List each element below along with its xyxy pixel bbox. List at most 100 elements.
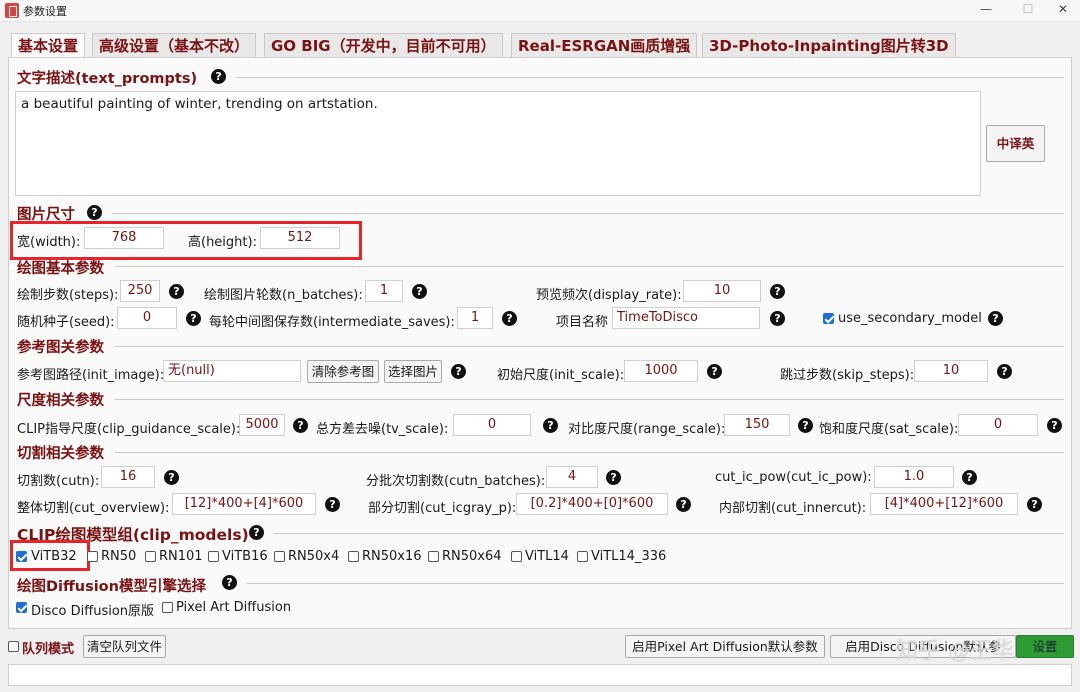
project-name-input[interactable]: TimeToDisco — [612, 307, 760, 329]
cutn-batches-input[interactable]: 4 — [546, 466, 598, 488]
help-icon[interactable]: ? — [502, 311, 517, 326]
init-image-input[interactable]: 无(null) — [163, 360, 301, 382]
tab-go-big[interactable]: GO BIG（开发中，目前不可用） — [264, 33, 503, 58]
tab-real-esrgan[interactable]: Real-ESRGAN画质增强 — [511, 33, 698, 58]
seed-label: 随机种子(seed): — [17, 315, 115, 330]
use-secondary-model-checkbox[interactable] — [823, 313, 834, 324]
help-icon[interactable]: ? — [412, 284, 427, 299]
diffusion-option-checkbox[interactable] — [16, 602, 27, 613]
sat-scale-input[interactable]: 0 — [958, 414, 1038, 436]
separator — [115, 399, 1064, 400]
help-icon[interactable]: ? — [962, 470, 977, 485]
help-icon[interactable]: ? — [211, 69, 226, 84]
height-input[interactable]: 512 — [260, 227, 340, 249]
basic-params-title: 绘图基本参数 — [17, 261, 104, 277]
help-icon[interactable]: ? — [770, 284, 785, 299]
cut-innercut-input[interactable]: [4]*400+[12]*600 — [870, 493, 1018, 515]
cut-overview-input[interactable]: [12]*400+[4]*600 — [172, 493, 316, 515]
queue-mode-checkbox[interactable] — [8, 641, 19, 652]
init-scale-label: 初始尺度(init_scale): — [497, 368, 625, 383]
save-settings-button[interactable]: 设置 — [1016, 635, 1074, 658]
diffusion-title: 绘图Diffusion模型引擎选择 — [17, 579, 206, 595]
help-icon[interactable]: ? — [676, 497, 691, 512]
separator — [115, 266, 1064, 267]
help-icon[interactable]: ? — [770, 311, 785, 326]
width-input[interactable]: 768 — [84, 227, 164, 249]
tv-scale-input[interactable]: 0 — [453, 414, 531, 436]
help-icon[interactable]: ? — [543, 418, 558, 433]
minimize-button[interactable]: — — [976, 2, 996, 16]
help-icon[interactable]: ? — [222, 575, 237, 590]
help-icon[interactable]: ? — [186, 311, 201, 326]
title-bar — [0, 0, 1080, 22]
use-secondary-model-label: use_secondary_model — [838, 311, 982, 326]
clip-model-checkbox[interactable] — [348, 551, 359, 562]
clip-model-checkbox[interactable] — [274, 551, 285, 562]
close-button[interactable]: ✕ — [1053, 2, 1073, 16]
skip-steps-input[interactable]: 10 — [914, 360, 988, 382]
n-batches-input[interactable]: 1 — [365, 280, 403, 302]
watermark: 知乎 @王华 — [896, 639, 1014, 664]
help-icon[interactable]: ? — [988, 311, 1003, 326]
help-icon[interactable]: ? — [325, 497, 340, 512]
clip-model-label: ViTL14 — [525, 549, 569, 564]
help-icon[interactable]: ? — [169, 284, 184, 299]
clip-model-checkbox[interactable] — [511, 551, 522, 562]
tab-basic[interactable]: 基本设置 — [11, 33, 86, 59]
help-icon[interactable]: ? — [293, 418, 308, 433]
intermediate-saves-input[interactable]: 1 — [457, 307, 493, 329]
tab-bar: 基本设置 高级设置（基本不改） GO BIG（开发中，目前不可用） Real-E… — [0, 22, 1080, 59]
clip-model-checkbox[interactable] — [208, 551, 219, 562]
steps-label: 绘制步数(steps): — [17, 288, 119, 303]
queue-mode-label: 队列模式 — [22, 642, 75, 657]
help-icon[interactable]: ? — [1027, 497, 1042, 512]
clip-model-label: RN101 — [159, 549, 203, 564]
clip-model-checkbox[interactable] — [145, 551, 156, 562]
help-icon[interactable]: ? — [997, 364, 1012, 379]
range-scale-label: 对比度尺度(range_scale): — [568, 422, 726, 437]
help-icon[interactable]: ? — [249, 525, 264, 540]
select-image-button[interactable]: 选择图片 — [384, 360, 442, 383]
help-icon[interactable]: ? — [87, 205, 102, 220]
tab-3d-photo[interactable]: 3D-Photo-Inpainting图片转3D — [702, 33, 956, 58]
separator — [115, 452, 1064, 453]
clip-guidance-input[interactable]: 5000 — [239, 414, 285, 436]
range-scale-input[interactable]: 150 — [724, 414, 790, 436]
scales-title: 尺度相关参数 — [17, 393, 104, 409]
cutn-input[interactable]: 16 — [101, 466, 155, 488]
help-icon[interactable]: ? — [451, 364, 466, 379]
diffusion-option-checkbox[interactable] — [162, 602, 173, 613]
cut-ic-pow-label: cut_ic_pow(cut_ic_pow): — [715, 470, 872, 485]
help-icon[interactable]: ? — [1047, 418, 1062, 433]
clip-model-checkbox[interactable] — [16, 551, 27, 562]
clip-model-label: ViTB32 — [31, 549, 77, 564]
tab-advanced[interactable]: 高级设置（基本不改） — [92, 33, 257, 58]
clip-model-checkbox[interactable] — [577, 551, 588, 562]
cut-icgray-input[interactable]: [0.2]*400+[0]*600 — [516, 493, 668, 515]
project-name-label: 项目名称 — [556, 315, 609, 330]
sat-scale-label: 饱和度尺度(sat_scale): — [819, 422, 959, 437]
translate-button[interactable]: 中译英 — [986, 125, 1045, 162]
steps-input[interactable]: 250 — [120, 280, 160, 302]
help-icon[interactable]: ? — [707, 364, 722, 379]
separator — [247, 583, 1064, 584]
help-icon[interactable]: ? — [606, 470, 621, 485]
width-label: 宽(width): — [17, 235, 81, 250]
display-rate-input[interactable]: 10 — [683, 280, 761, 302]
display-rate-label: 预览频次(display_rate): — [536, 288, 682, 303]
maximize-button[interactable]: ☐ — [1018, 2, 1038, 16]
clip-model-checkbox[interactable] — [428, 551, 439, 562]
help-icon[interactable]: ? — [164, 470, 179, 485]
help-icon[interactable]: ? — [798, 418, 813, 433]
height-label: 高(height): — [188, 235, 257, 250]
clear-init-image-button[interactable]: 清除参考图 — [307, 360, 379, 383]
seed-input[interactable]: 0 — [117, 307, 177, 329]
init-scale-input[interactable]: 1000 — [624, 360, 698, 382]
pixel-art-default-button[interactable]: 启用Pixel Art Diffusion默认参数 — [625, 635, 825, 658]
cut-ic-pow-input[interactable]: 1.0 — [874, 466, 954, 488]
clear-queue-button[interactable]: 清空队列文件 — [83, 635, 166, 658]
clip-model-label: ViTL14_336 — [591, 549, 667, 564]
text-prompts-input[interactable]: a beautiful painting of winter, trending… — [15, 91, 981, 196]
clip-model-checkbox[interactable] — [87, 551, 98, 562]
cutn-batches-label: 分批次切割数(cutn_batches): — [366, 474, 546, 489]
